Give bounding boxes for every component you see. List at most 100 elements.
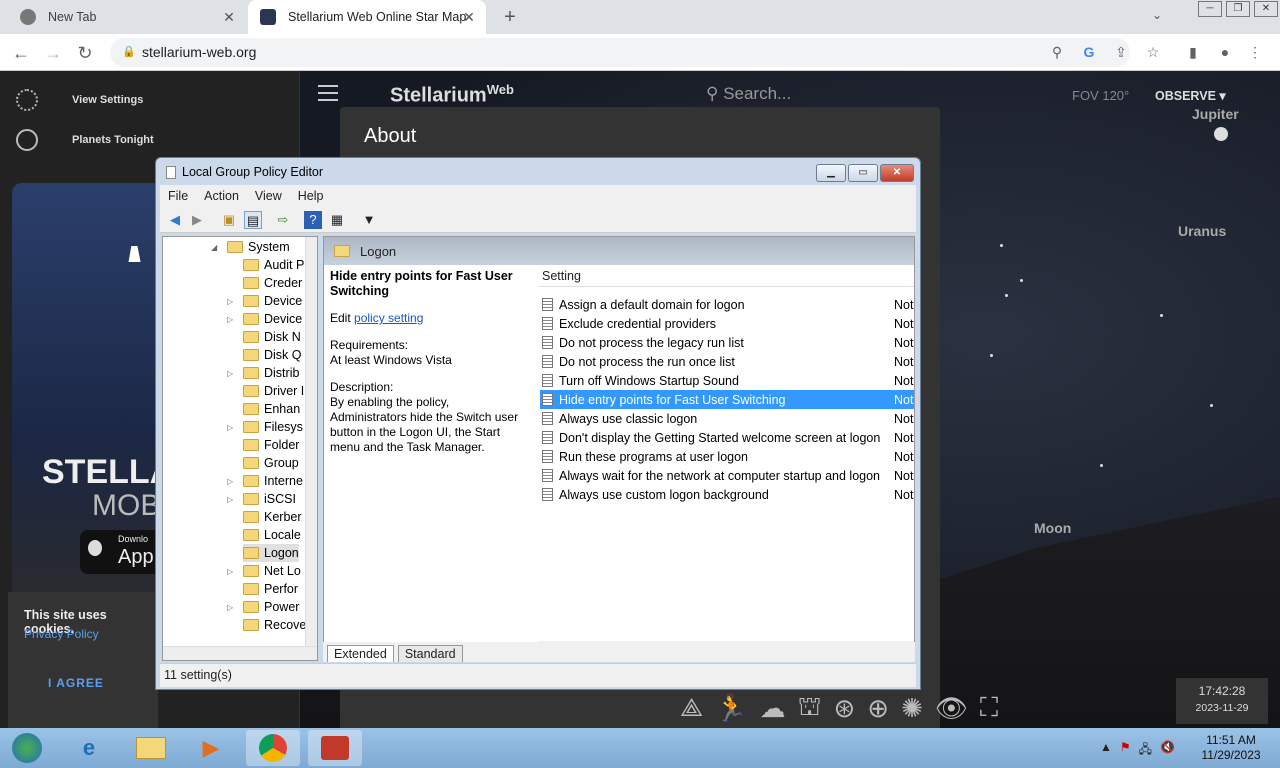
tree-node[interactable]: ▷ Interne xyxy=(227,472,303,490)
tree-node[interactable]: Folder xyxy=(243,436,299,454)
tree-label[interactable]: Disk Q xyxy=(264,348,302,362)
list-item[interactable]: Always wait for the network at computer … xyxy=(540,466,914,485)
help-icon[interactable]: ? xyxy=(304,211,322,229)
planets-tonight-label[interactable]: Planets Tonight xyxy=(72,134,154,146)
planet-label-uranus[interactable]: Uranus xyxy=(1178,223,1226,239)
tree-label[interactable]: Logon xyxy=(264,546,299,560)
night-mode-eye-icon[interactable]: 👁 xyxy=(935,693,968,724)
tree-label[interactable]: Group xyxy=(264,456,299,470)
list-item[interactable]: Run these programs at user logon Not xyxy=(540,447,914,466)
export-list-icon[interactable]: ⇨ xyxy=(274,211,292,229)
expand-arrow-icon[interactable]: ▷ xyxy=(227,603,237,612)
tab-search-chevron-icon[interactable]: ⌄ xyxy=(1152,8,1162,22)
internet-explorer-icon[interactable]: e xyxy=(62,730,116,766)
filter-icon[interactable]: ▼ xyxy=(360,211,378,229)
tree-node[interactable]: ▷ Filesys xyxy=(227,418,303,436)
tree-node[interactable]: ▷ Power xyxy=(227,598,299,616)
fullscreen-icon[interactable]: ⛶ xyxy=(980,692,998,724)
tree-node[interactable]: ▷ Net Lo xyxy=(227,562,301,580)
forward-arrow-icon[interactable]: ▶ xyxy=(188,211,206,229)
tree-horizontal-scrollbar[interactable] xyxy=(163,646,317,660)
more-menu-icon[interactable]: ⋮ xyxy=(1245,42,1265,62)
menu-help[interactable]: Help xyxy=(290,189,332,203)
menu-file[interactable]: File xyxy=(160,189,196,203)
address-bar[interactable]: 🔒 stellarium-web.org xyxy=(110,38,1130,67)
setting-name[interactable]: Hide entry points for Fast User Switchin… xyxy=(559,393,785,407)
tree-label[interactable]: Filesys xyxy=(264,420,303,434)
tree-node[interactable]: Disk N xyxy=(243,328,301,346)
volume-muted-icon[interactable]: 🔇 xyxy=(1160,740,1175,761)
network-icon[interactable]: 🖧 xyxy=(1139,740,1152,761)
tab-stellarium[interactable]: Stellarium Web Online Star Map ✕ xyxy=(248,0,486,34)
list-item[interactable]: Do not process the legacy run list Not xyxy=(540,333,914,352)
expand-arrow-icon[interactable]: ▷ xyxy=(227,567,237,576)
setting-name[interactable]: Do not process the run once list xyxy=(559,355,735,369)
setting-name[interactable]: Turn off Windows Startup Sound xyxy=(559,374,739,388)
tree-node[interactable]: ▷ iSCSI xyxy=(227,490,296,508)
expand-arrow-icon[interactable]: ▷ xyxy=(227,369,237,378)
menu-view[interactable]: View xyxy=(247,189,290,203)
view-settings-item[interactable]: View Settings xyxy=(16,89,143,111)
constellation-lines-icon[interactable]: ⟁ xyxy=(680,692,703,724)
tree-label[interactable]: Recove xyxy=(264,618,306,632)
tree-label[interactable]: Device xyxy=(264,294,302,308)
privacy-policy-link[interactable]: Privacy Policy xyxy=(24,627,99,641)
bookmark-star-icon[interactable]: ☆ xyxy=(1143,42,1163,62)
back-arrow-icon[interactable]: ◀ xyxy=(166,211,184,229)
search-box[interactable]: ⚲ Search... xyxy=(706,84,791,104)
search-placeholder[interactable]: Search... xyxy=(723,84,791,103)
observe-label[interactable]: OBSERVE xyxy=(1155,89,1216,103)
constellation-art-icon[interactable]: 🏃 xyxy=(715,693,747,724)
tree-node[interactable]: Enhan xyxy=(243,400,300,418)
clock-date[interactable]: 2023-11-29 xyxy=(1176,702,1268,714)
action-center-flag-icon[interactable]: ⚑ xyxy=(1120,740,1131,761)
equatorial-grid-icon[interactable]: ⊕ xyxy=(867,693,889,724)
planet-label-moon[interactable]: Moon xyxy=(1034,520,1071,536)
tree-node[interactable]: ▷ Device xyxy=(227,292,302,310)
tree-label[interactable]: Distrib xyxy=(264,366,299,380)
list-item[interactable]: Don't display the Getting Started welcom… xyxy=(540,428,914,447)
list-item[interactable]: Turn off Windows Startup Sound Not xyxy=(540,371,914,390)
share-icon[interactable]: ⇪ xyxy=(1111,42,1131,62)
app-store-button[interactable]: Downlo App xyxy=(80,530,160,574)
properties-icon[interactable]: ▦ xyxy=(328,211,346,229)
tree-label[interactable]: Disk N xyxy=(264,330,301,344)
list-item[interactable]: Do not process the run once list Not xyxy=(540,352,914,371)
tree-node[interactable]: ▷ Distrib xyxy=(227,364,299,382)
tree-label[interactable]: Power xyxy=(264,600,299,614)
gpo-close-button[interactable]: ✕ xyxy=(880,164,914,182)
tree-node[interactable]: Recove xyxy=(243,616,306,634)
setting-name[interactable]: Exclude credential providers xyxy=(559,317,716,331)
close-tab-icon[interactable]: ✕ xyxy=(462,10,476,24)
tree-label[interactable]: System xyxy=(248,240,290,254)
expand-arrow-icon[interactable]: ▷ xyxy=(227,477,237,486)
hamburger-menu-icon[interactable] xyxy=(318,85,338,101)
clock-time[interactable]: 17:42:28 xyxy=(1176,684,1268,698)
media-player-icon[interactable]: ▶ xyxy=(184,730,238,766)
location-icon[interactable]: ⚲ xyxy=(1047,42,1067,62)
minimize-button[interactable]: ─ xyxy=(1198,1,1222,17)
tree-node[interactable]: Disk Q xyxy=(243,346,302,364)
tree-label[interactable]: Net Lo xyxy=(264,564,301,578)
tree-label[interactable]: Audit P xyxy=(264,258,304,272)
list-item[interactable]: Always use classic logon Not xyxy=(540,409,914,428)
setting-name[interactable]: Do not process the legacy run list xyxy=(559,336,744,350)
view-settings-label[interactable]: View Settings xyxy=(72,94,143,106)
list-item[interactable]: Exclude credential providers Not xyxy=(540,314,914,333)
expand-arrow-icon[interactable]: ▷ xyxy=(227,315,237,324)
tree-vertical-scrollbar[interactable] xyxy=(305,237,317,660)
planets-tonight-item[interactable]: Planets Tonight xyxy=(16,129,154,151)
close-window-button[interactable]: ✕ xyxy=(1254,1,1278,17)
lock-icon[interactable]: 🔒 xyxy=(122,45,136,58)
setting-name[interactable]: Always use custom logon background xyxy=(559,488,769,502)
google-icon[interactable]: G xyxy=(1079,42,1099,62)
tree-node[interactable]: Creder xyxy=(243,274,302,292)
tree-label[interactable]: iSCSI xyxy=(264,492,296,506)
tree-node-logon-selected[interactable]: Logon xyxy=(243,544,299,562)
stellarium-clock[interactable]: 17:42:28 2023-11-29 xyxy=(1176,678,1268,724)
tab-new-tab[interactable]: New Tab ✕ xyxy=(8,0,246,34)
taskbar-clock[interactable]: 11:51 AM 11/29/2023 xyxy=(1196,733,1266,763)
tree-node-system[interactable]: ◢ System xyxy=(211,238,290,256)
tree-label[interactable]: Enhan xyxy=(264,402,300,416)
new-tab-button[interactable]: + xyxy=(500,7,520,27)
